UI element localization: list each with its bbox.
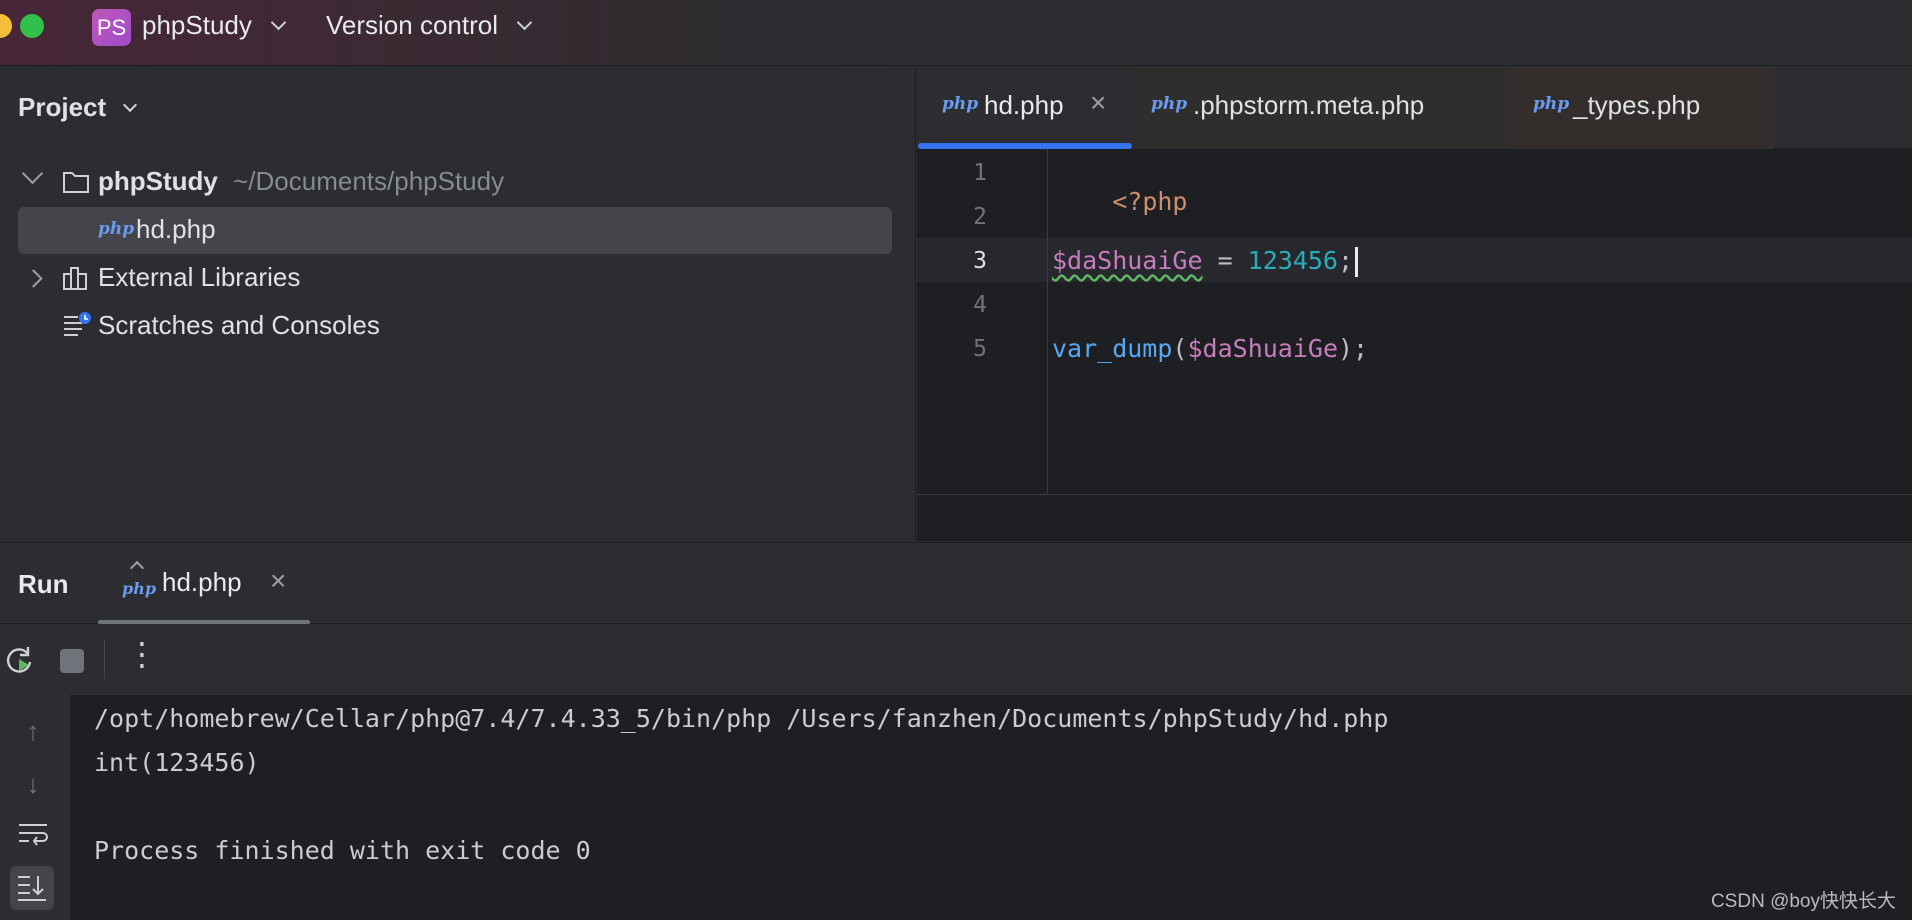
- console-line: Process finished with exit code 0: [94, 836, 591, 865]
- vcs-menu[interactable]: Version control: [326, 10, 533, 41]
- console-line: /opt/homebrew/Cellar/php@7.4/7.4.33_5/bi…: [94, 704, 1389, 733]
- project-panel-header[interactable]: Project: [18, 92, 138, 123]
- tree-item-external-libraries[interactable]: External Libraries: [98, 262, 300, 293]
- php-file-icon: php: [942, 94, 979, 114]
- scroll-to-end-icon[interactable]: [10, 866, 54, 910]
- php-file-icon: php: [1533, 94, 1570, 114]
- console-line: int(123456): [94, 748, 260, 777]
- editor-footer: [917, 494, 1912, 541]
- tab-label: _types.php: [1573, 90, 1701, 120]
- php-run-icon: php: [122, 579, 157, 598]
- close-tab-icon[interactable]: ×: [1090, 87, 1106, 119]
- line-number: 4: [973, 292, 987, 318]
- close-run-tab-icon[interactable]: ×: [270, 565, 286, 597]
- paren-token: );: [1338, 334, 1369, 363]
- paren-token: (: [1172, 334, 1188, 363]
- text-caret: [1355, 247, 1359, 277]
- run-tab-hd-php[interactable]: php hd.php ×: [98, 543, 310, 625]
- line-number: 1: [973, 160, 987, 186]
- gutter-divider: [1047, 149, 1048, 494]
- tab-label: hd.php: [984, 90, 1064, 120]
- php-file-icon: php: [1151, 94, 1188, 114]
- code-line-5: var_dump($daShuaiGe);: [1052, 334, 1368, 363]
- scratches-icon: [62, 311, 92, 337]
- tab-hd-php[interactable]: php hd.php ×: [917, 67, 1131, 149]
- semicolon-token: ;: [1337, 246, 1354, 275]
- chevron-down-icon: [123, 97, 138, 113]
- run-tab-label: hd.php: [162, 567, 242, 597]
- code-line-3: $daShuaiGe = 123456;: [1052, 246, 1359, 277]
- down-arrow-icon[interactable]: ↓: [16, 767, 50, 801]
- soft-wrap-icon[interactable]: [16, 820, 50, 854]
- tree-file-label: hd.php: [136, 214, 216, 244]
- folder-icon: [62, 170, 90, 194]
- line-number-current: 3: [973, 248, 987, 274]
- stop-icon[interactable]: [60, 649, 84, 673]
- tree-item-scratches[interactable]: Scratches and Consoles: [98, 310, 380, 341]
- tab-phpstorm-meta[interactable]: php .phpstorm.meta.php: [1131, 67, 1511, 149]
- run-toolbar: ⋮: [0, 624, 1912, 695]
- watermark: CSDN @boy快快长大: [1710, 891, 1896, 912]
- line-number: 2: [973, 204, 987, 230]
- library-icon: [62, 265, 90, 291]
- run-panel-header: Run php hd.php ×: [0, 542, 1912, 625]
- editor-tab-bar: php hd.php × php .phpstorm.meta.php php …: [917, 67, 1912, 149]
- root-folder-path: ~/Documents/phpStudy: [233, 166, 505, 196]
- zoom-window-button[interactable]: [20, 14, 44, 38]
- project-name: phpStudy: [142, 10, 252, 40]
- code-line-1: <?php: [1052, 158, 1187, 245]
- number-token: 123456: [1247, 246, 1338, 275]
- project-switcher[interactable]: phpStudy: [142, 10, 287, 41]
- rerun-icon[interactable]: [4, 644, 36, 676]
- php-file-icon: php: [98, 219, 135, 239]
- tab-types-php[interactable]: php _types.php: [1511, 67, 1774, 149]
- chevron-down-icon: [270, 14, 287, 31]
- more-options-icon[interactable]: ⋮: [126, 638, 158, 670]
- php-open-tag: <?php: [1112, 187, 1188, 216]
- root-folder-name: phpStudy: [98, 166, 218, 196]
- project-badge[interactable]: PS: [92, 9, 131, 46]
- chevron-down-icon: [516, 14, 533, 31]
- title-bar: PS phpStudy Version control: [0, 0, 1912, 66]
- operator-token: =: [1202, 246, 1248, 275]
- minimize-window-button[interactable]: [0, 14, 12, 38]
- up-arrow-icon[interactable]: ↑: [16, 714, 50, 748]
- project-panel-title: Project: [18, 92, 107, 122]
- variable-token: $daShuaiGe: [1187, 334, 1338, 363]
- run-side-toolbar: ↑ ↓: [0, 695, 70, 920]
- line-number: 5: [973, 336, 987, 362]
- variable-token: $daShuaiGe: [1052, 246, 1203, 275]
- function-token: var_dump: [1052, 334, 1173, 363]
- tree-item-root[interactable]: phpStudy ~/Documents/phpStudy: [98, 166, 504, 197]
- home-icon: [129, 560, 145, 576]
- run-panel-title: Run: [18, 569, 69, 599]
- vcs-label: Version control: [326, 10, 498, 40]
- toolbar-separator: [104, 639, 105, 679]
- project-panel: [0, 67, 916, 541]
- tab-label: .phpstorm.meta.php: [1193, 90, 1425, 120]
